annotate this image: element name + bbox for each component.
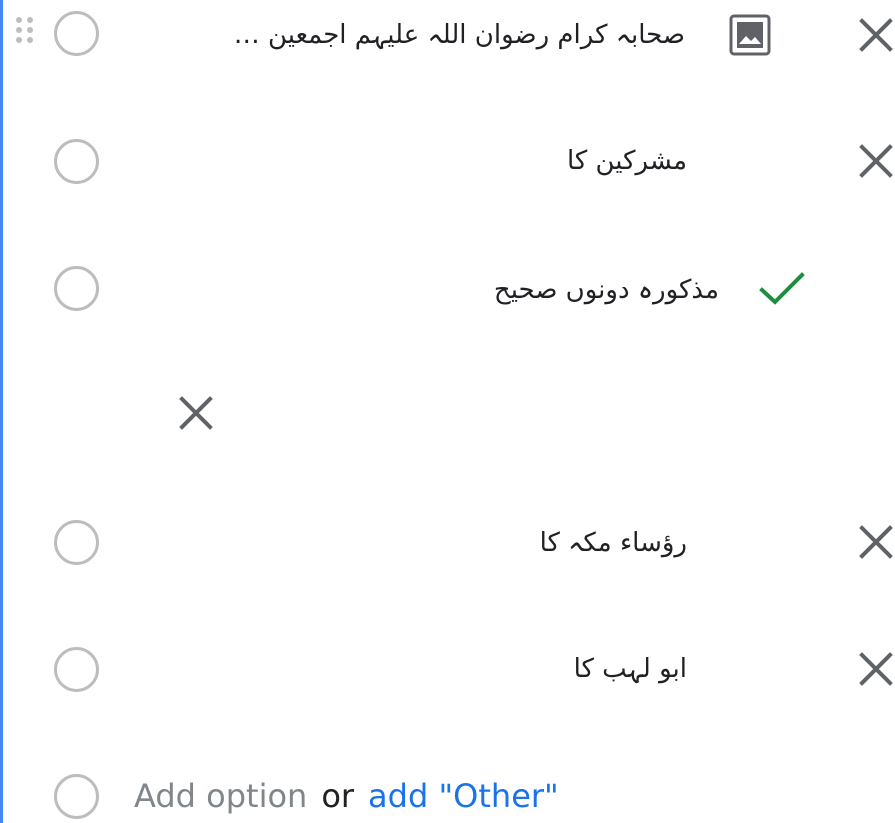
radio-button[interactable]	[54, 139, 99, 184]
add-option-radio	[54, 774, 99, 819]
add-option-row: Add option or add "Other"	[134, 774, 559, 818]
focus-indicator-bar	[0, 0, 3, 823]
radio-button[interactable]	[54, 11, 99, 56]
close-icon[interactable]	[856, 15, 895, 55]
option-label[interactable]: مشرکین کا	[567, 141, 687, 181]
close-icon[interactable]	[856, 522, 895, 562]
close-icon[interactable]	[176, 393, 216, 433]
option-label[interactable]: ابو لہب کا	[574, 649, 687, 689]
image-icon[interactable]	[728, 13, 772, 57]
radio-button[interactable]	[54, 266, 99, 311]
question-options-card: صحابہ کرام رضوان اللہ علیہم اجمعین … مشر…	[0, 0, 895, 823]
radio-button[interactable]	[54, 647, 99, 692]
option-label[interactable]: صحابہ کرام رضوان اللہ علیہم اجمعین …	[234, 15, 685, 55]
option-label[interactable]: رؤساء مکہ کا	[540, 523, 687, 563]
add-other-link[interactable]: add "Other"	[368, 777, 559, 815]
radio-button[interactable]	[54, 520, 99, 565]
add-option-input[interactable]: Add option	[134, 777, 307, 815]
or-label: or	[321, 777, 355, 815]
checkmark-icon	[758, 268, 806, 308]
drag-handle-icon[interactable]	[14, 16, 40, 50]
close-icon[interactable]	[856, 141, 895, 181]
close-icon[interactable]	[856, 649, 895, 689]
option-label[interactable]: مذکورہ دونوں صحیح	[494, 270, 719, 310]
